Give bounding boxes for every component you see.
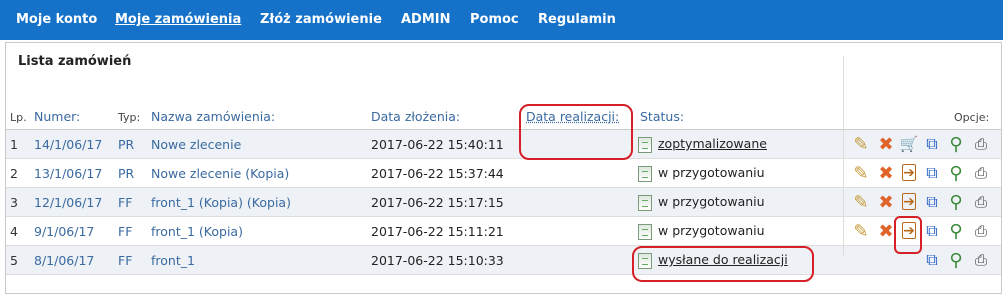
cell-lp: 3 <box>10 195 18 210</box>
cell-numer[interactable]: 8/1/06/17 <box>34 253 94 268</box>
edit-icon[interactable]: ✎ <box>851 134 871 155</box>
header-status[interactable]: Status: <box>640 109 684 124</box>
header-opcje: Opcje: <box>954 111 990 124</box>
nav-zloz-zamowienie[interactable]: Złóż zamówienie <box>260 12 382 27</box>
cell-typ: FF <box>118 253 133 268</box>
document-icon <box>638 165 652 182</box>
print-icon[interactable]: ⎙ <box>971 134 991 154</box>
header-nazwa[interactable]: Nazwa zamówienia: <box>151 109 275 124</box>
send-order-icon[interactable]: ➔ <box>902 193 916 210</box>
edit-icon[interactable]: ✎ <box>851 221 871 242</box>
document-icon <box>638 252 652 269</box>
print-icon[interactable]: ⎙ <box>971 163 991 183</box>
status-label[interactable]: zoptymalizowane <box>658 136 767 151</box>
status-label: w przygotowaniu <box>658 165 765 180</box>
cell-data: 2017-06-22 15:37:44 <box>371 166 504 181</box>
document-icon <box>638 223 652 240</box>
print-icon[interactable]: ⎙ <box>971 221 991 241</box>
cell-lp: 4 <box>10 224 18 239</box>
document-icon <box>638 194 652 211</box>
cell-status: w przygotowaniu <box>638 194 765 211</box>
cell-nazwa[interactable]: Nowe zlecenie (Kopia) <box>151 166 289 181</box>
cell-numer[interactable]: 9/1/06/17 <box>34 224 94 239</box>
status-label: w przygotowaniu <box>658 194 765 209</box>
search-icon[interactable]: ⚲ <box>946 221 966 242</box>
cart-icon[interactable]: 🛒 <box>899 134 919 154</box>
status-label[interactable]: wysłane do realizacji <box>658 252 788 267</box>
copy-icon[interactable]: ⧉ <box>922 163 942 183</box>
nav-regulamin[interactable]: Regulamin <box>538 12 616 27</box>
table-row: 3 12/1/06/17 FF front_1 (Kopia) (Kopia) … <box>6 188 1001 217</box>
print-icon[interactable]: ⎙ <box>971 250 991 270</box>
table-row: 5 8/1/06/17 FF front_1 2017-06-22 15:10:… <box>6 246 1001 275</box>
cell-data: 2017-06-22 15:11:21 <box>371 224 504 239</box>
table-header: Lp. Numer: Typ: Nazwa zamówienia: Data z… <box>6 99 1001 130</box>
cell-nazwa[interactable]: front_1 (Kopia) (Kopia) <box>151 195 291 210</box>
cell-data: 2017-06-22 15:10:33 <box>371 253 504 268</box>
send-order-icon[interactable]: ➔ <box>902 164 916 181</box>
copy-icon[interactable]: ⧉ <box>922 250 942 270</box>
cell-status: w przygotowaniu <box>638 165 765 182</box>
header-data-realizacji[interactable]: Data realizacji: <box>526 109 619 124</box>
print-icon[interactable]: ⎙ <box>971 192 991 212</box>
nav-moje-konto[interactable]: Moje konto <box>16 12 97 27</box>
send-order-icon[interactable]: ➔ <box>902 222 916 239</box>
delete-icon[interactable]: ✖ <box>876 192 896 213</box>
cell-numer[interactable]: 12/1/06/17 <box>34 195 102 210</box>
search-icon[interactable]: ⚲ <box>946 250 966 271</box>
cell-status: w przygotowaniu <box>638 223 765 240</box>
document-icon <box>638 136 652 153</box>
search-icon[interactable]: ⚲ <box>946 192 966 213</box>
delete-icon[interactable]: ✖ <box>876 221 896 242</box>
table-row: 4 9/1/06/17 FF front_1 (Kopia) 2017-06-2… <box>6 217 1001 246</box>
header-numer[interactable]: Numer: <box>34 109 80 124</box>
cell-nazwa[interactable]: Nowe zlecenie <box>151 137 241 152</box>
header-typ: Typ: <box>118 111 141 124</box>
edit-icon[interactable]: ✎ <box>851 163 871 184</box>
cell-nazwa[interactable]: front_1 <box>151 253 195 268</box>
search-icon[interactable]: ⚲ <box>946 163 966 184</box>
cell-typ: FF <box>118 224 133 239</box>
top-navigation: Moje konto Moje zamówienia Złóż zamówien… <box>0 0 1003 40</box>
cell-lp: 1 <box>10 137 18 152</box>
cell-lp: 2 <box>10 166 18 181</box>
nav-pomoc[interactable]: Pomoc <box>470 12 519 27</box>
cell-numer[interactable]: 13/1/06/17 <box>34 166 102 181</box>
options-column-divider <box>843 56 844 256</box>
search-icon[interactable]: ⚲ <box>946 134 966 155</box>
cell-status[interactable]: wysłane do realizacji <box>638 252 788 269</box>
status-label: w przygotowaniu <box>658 223 765 238</box>
nav-admin[interactable]: ADMIN <box>401 12 451 27</box>
orders-panel: Lista zamówień Lp. Numer: Typ: Nazwa zam… <box>5 42 1002 294</box>
cell-data: 2017-06-22 15:40:11 <box>371 137 504 152</box>
header-data-zlozenia[interactable]: Data złożenia: <box>371 109 460 124</box>
copy-icon[interactable]: ⧉ <box>922 221 942 241</box>
cell-status[interactable]: zoptymalizowane <box>638 136 767 153</box>
delete-icon[interactable]: ✖ <box>876 134 896 155</box>
cell-data: 2017-06-22 15:17:15 <box>371 195 504 210</box>
delete-icon[interactable]: ✖ <box>876 163 896 184</box>
cell-typ: PR <box>118 166 135 181</box>
cell-typ: PR <box>118 137 135 152</box>
nav-moje-zamowienia[interactable]: Moje zamówienia <box>115 12 241 27</box>
cell-numer[interactable]: 14/1/06/17 <box>34 137 102 152</box>
panel-title: Lista zamówień <box>18 54 132 69</box>
cell-typ: FF <box>118 195 133 210</box>
edit-icon[interactable]: ✎ <box>851 192 871 213</box>
table-row: 1 14/1/06/17 PR Nowe zlecenie 2017-06-22… <box>6 130 1001 159</box>
table-row: 2 13/1/06/17 PR Nowe zlecenie (Kopia) 20… <box>6 159 1001 188</box>
cell-nazwa[interactable]: front_1 (Kopia) <box>151 224 243 239</box>
cell-lp: 5 <box>10 253 18 268</box>
copy-icon[interactable]: ⧉ <box>922 192 942 212</box>
header-lp: Lp. <box>10 111 27 124</box>
copy-icon[interactable]: ⧉ <box>922 134 942 154</box>
